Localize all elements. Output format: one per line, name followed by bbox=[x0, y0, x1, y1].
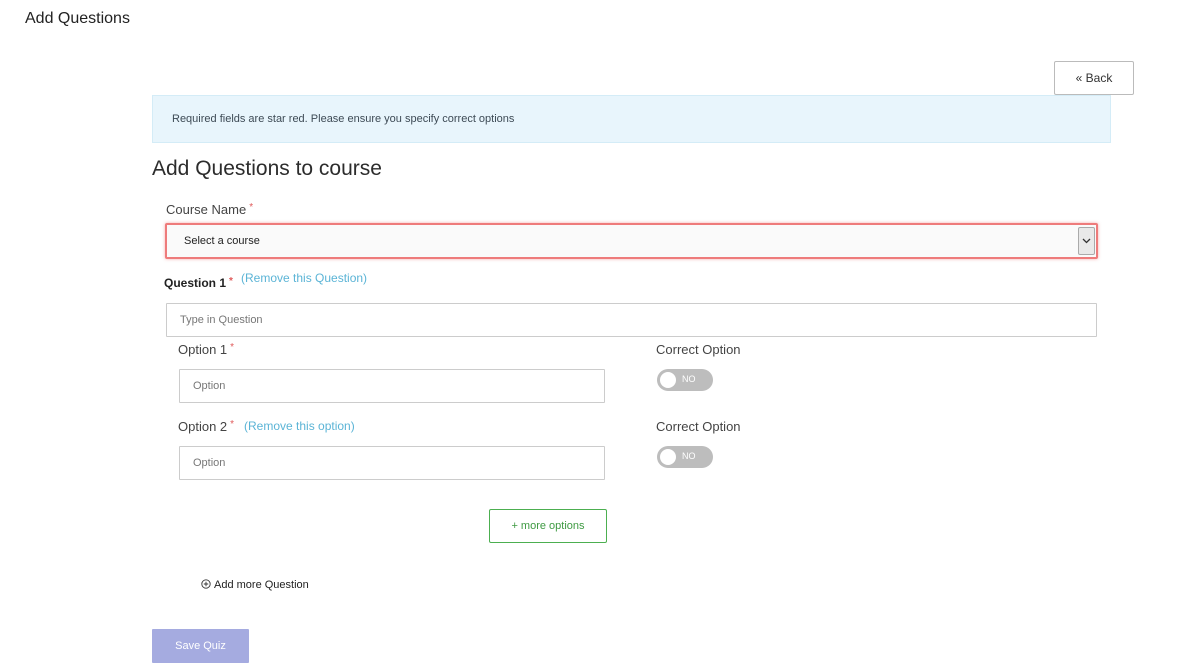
option-2-correct-toggle[interactable]: NO bbox=[657, 446, 713, 468]
required-marker: * bbox=[230, 419, 235, 430]
toggle-knob bbox=[660, 449, 676, 465]
option-1-correct-toggle[interactable]: NO bbox=[657, 369, 713, 391]
question-label: Question 1 * bbox=[164, 276, 233, 290]
option-2-correct-label: Correct Option bbox=[656, 419, 741, 434]
add-question-button[interactable]: Add more Question bbox=[201, 577, 309, 593]
required-marker: * bbox=[230, 342, 235, 353]
required-marker: * bbox=[249, 202, 254, 213]
course-select-value: Select a course bbox=[184, 235, 260, 247]
required-marker: * bbox=[229, 276, 233, 287]
plus-circle-icon bbox=[201, 578, 214, 592]
info-alert-text: Required fields are star red. Please ens… bbox=[172, 113, 515, 125]
course-select[interactable]: Select a course bbox=[165, 223, 1098, 259]
option-2-input[interactable] bbox=[179, 446, 605, 480]
question-input[interactable] bbox=[166, 303, 1097, 337]
more-options-button[interactable]: + more options bbox=[489, 509, 607, 543]
back-button[interactable]: « Back bbox=[1054, 61, 1134, 95]
toggle-knob bbox=[660, 372, 676, 388]
option-1-input[interactable] bbox=[179, 369, 605, 403]
option-1-correct-label: Correct Option bbox=[656, 342, 741, 357]
add-question-label: Add more Question bbox=[214, 579, 309, 591]
remove-question-link[interactable]: (Remove this Question) bbox=[241, 271, 367, 285]
save-quiz-button[interactable]: Save Quiz bbox=[152, 629, 249, 663]
section-title: Add Questions to course bbox=[152, 157, 382, 180]
remove-option-2-link[interactable]: (Remove this option) bbox=[244, 419, 355, 433]
chevron-down-icon[interactable] bbox=[1078, 227, 1095, 255]
option-1-label: Option 1 * bbox=[178, 342, 235, 357]
page-title: Add Questions bbox=[25, 10, 130, 27]
toggle-text: NO bbox=[682, 451, 696, 461]
course-name-label: Course Name * bbox=[166, 202, 254, 217]
info-alert: Required fields are star red. Please ens… bbox=[152, 95, 1111, 143]
option-2-label: Option 2 * bbox=[178, 419, 235, 434]
toggle-text: NO bbox=[682, 374, 696, 384]
